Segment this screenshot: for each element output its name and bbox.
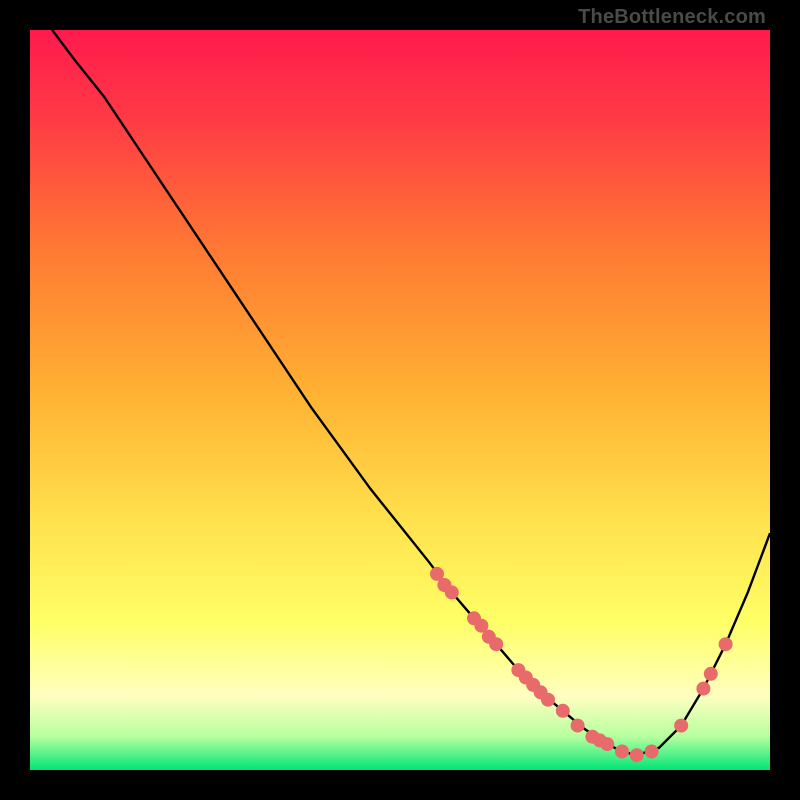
data-point: [696, 682, 710, 696]
data-point: [600, 737, 614, 751]
data-point: [571, 719, 585, 733]
data-point: [630, 748, 644, 762]
data-point: [704, 667, 718, 681]
data-point: [719, 637, 733, 651]
chart-frame: TheBottleneck.com: [0, 0, 800, 800]
data-points: [430, 567, 733, 762]
data-point: [674, 719, 688, 733]
data-point: [615, 745, 629, 759]
data-point: [645, 745, 659, 759]
bottleneck-curve: [52, 30, 770, 755]
curve-layer: [30, 30, 770, 770]
attribution-label: TheBottleneck.com: [578, 6, 766, 29]
plot-area: [30, 30, 770, 770]
data-point: [556, 704, 570, 718]
data-point: [445, 585, 459, 599]
data-point: [541, 693, 555, 707]
data-point: [489, 637, 503, 651]
